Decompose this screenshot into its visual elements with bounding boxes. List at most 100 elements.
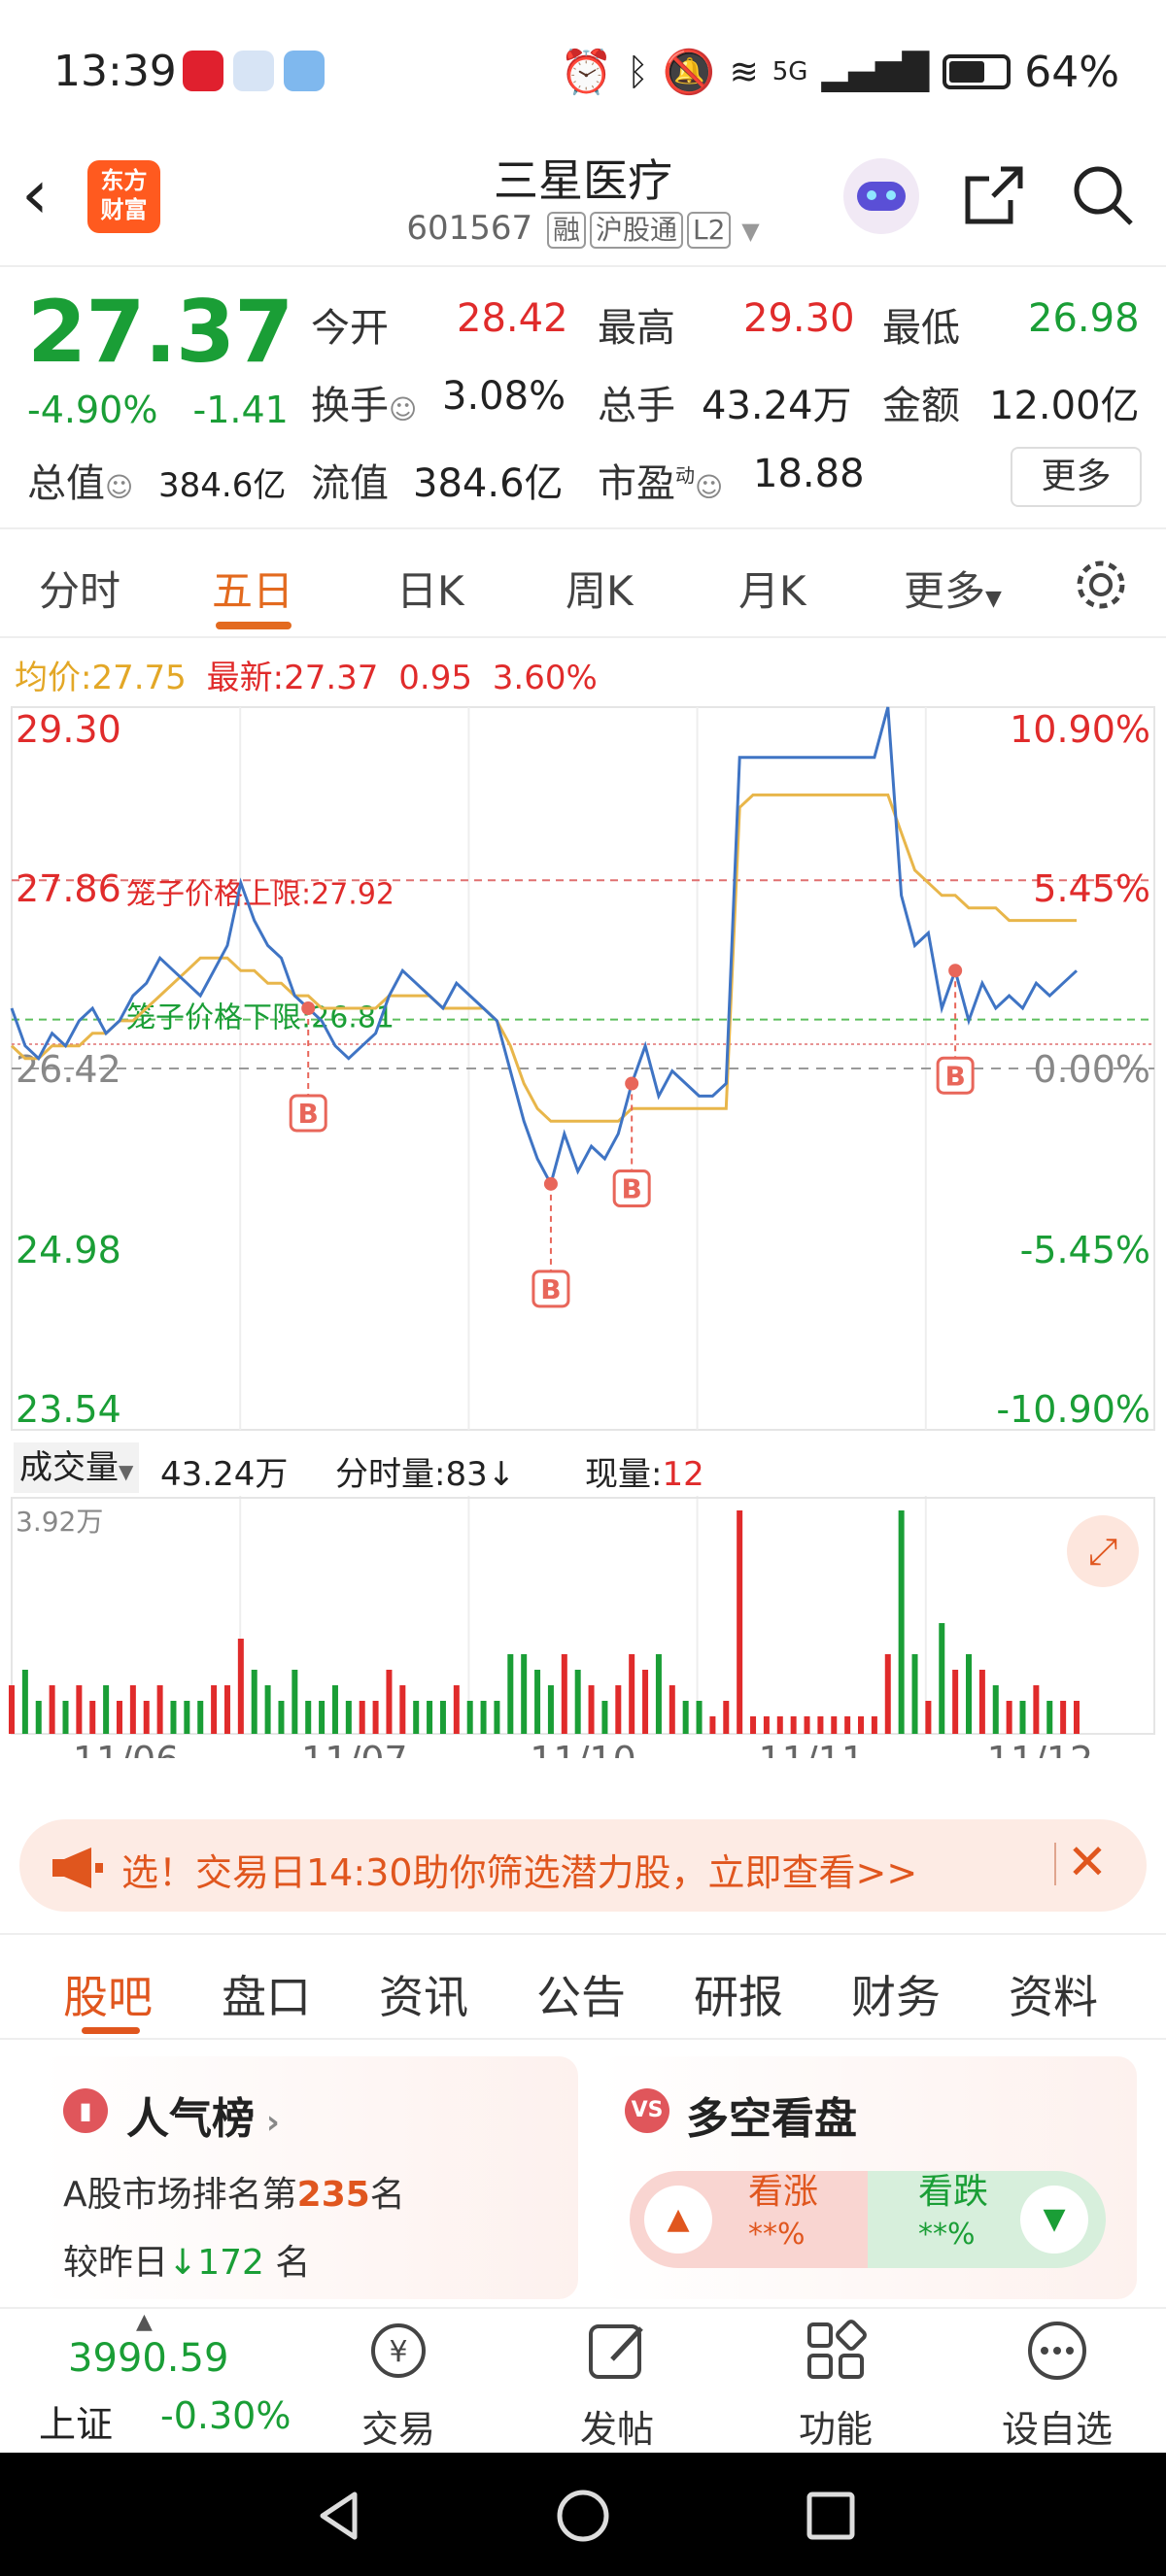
mute-icon: 🔕: [662, 48, 716, 97]
info-icon[interactable]: ☺: [105, 471, 133, 503]
tab-announcements[interactable]: 公告: [536, 1962, 626, 2026]
network-type: 5G: [772, 57, 808, 86]
connect-tag: 沪股通: [589, 212, 683, 249]
chevron-up-icon[interactable]: ▲: [136, 2310, 153, 2334]
price-line: [10, 706, 1079, 1188]
assistant-avatar[interactable]: [843, 158, 919, 234]
buy-marker-text: B: [298, 1098, 319, 1130]
volume-bar: [763, 1716, 770, 1734]
bluetooth-icon: ᛒ: [626, 51, 649, 93]
expand-icon[interactable]: ⤢: [1067, 1515, 1139, 1587]
more-button[interactable]: 更多: [1011, 447, 1142, 507]
volume-bar: [925, 1701, 932, 1734]
signal-icon: ▂▄▆█: [821, 51, 930, 92]
bearish-button[interactable]: ▼: [1020, 2186, 1088, 2254]
tab-guba[interactable]: 股吧: [63, 1962, 153, 2026]
trade-icon[interactable]: ¥: [321, 2317, 476, 2389]
bullish-value: **%: [748, 2218, 806, 2252]
volume-bar: [359, 1701, 365, 1734]
index-value[interactable]: 3990.59: [68, 2336, 228, 2381]
tab-weekly-k[interactable]: 周K: [566, 559, 634, 618]
volume-bar: [9, 1685, 15, 1734]
buy-marker-text: B: [622, 1173, 642, 1205]
margin-tag: 融: [546, 212, 586, 249]
dropdown-icon[interactable]: ▼: [741, 218, 759, 245]
close-icon[interactable]: ✕: [1067, 1834, 1108, 1890]
volume-bar: [345, 1701, 352, 1734]
upper-limit-label: 笼子价格上限:27.92: [126, 877, 394, 911]
volume-bar: [884, 1654, 891, 1734]
volume-bar: [413, 1701, 420, 1734]
tab-profile[interactable]: 资料: [1009, 1962, 1098, 2026]
price-change: -4.90% -1.41: [27, 389, 289, 431]
volume-bar: [588, 1685, 595, 1734]
edit-icon[interactable]: [539, 2317, 695, 2389]
nav-trade[interactable]: 交易: [321, 2399, 476, 2453]
share-icon[interactable]: [962, 163, 1026, 231]
tab-research[interactable]: 研报: [694, 1962, 783, 2026]
volume-bar: [844, 1716, 851, 1734]
battery-level: 64%: [1024, 47, 1119, 97]
high-label: 最高: [598, 306, 675, 351]
home-nav-icon[interactable]: [554, 2487, 612, 2545]
volume-bar: [319, 1701, 326, 1734]
volume-bar: [264, 1685, 271, 1734]
y-right-tick: 10.90%: [1010, 708, 1150, 751]
chart-bars-icon: ▮: [63, 2088, 108, 2133]
wifi-icon: ≋: [729, 51, 759, 92]
bullish-button[interactable]: ▲: [644, 2186, 712, 2254]
low-value: 26.98: [1028, 296, 1140, 341]
volume-bar: [776, 1716, 783, 1734]
tab-monthly-k[interactable]: 月K: [738, 559, 806, 618]
volume-selector[interactable]: 成交量▼: [14, 1442, 140, 1493]
active-tab-indicator: [216, 622, 292, 629]
banner-divider: [1054, 1843, 1056, 1885]
nav-functions[interactable]: 功能: [758, 2399, 913, 2453]
open-label: 今开: [311, 306, 389, 351]
more-dots-icon[interactable]: [979, 2317, 1135, 2389]
nav-post[interactable]: 发帖: [539, 2399, 695, 2453]
volume-max-label: 3.92万: [16, 1506, 103, 1538]
banner-text[interactable]: 选！交易日14:30助你筛选潜力股，立即查看>>: [121, 1843, 917, 1896]
back-nav-icon[interactable]: [311, 2487, 369, 2545]
nav-add-watchlist[interactable]: 设自选: [979, 2399, 1135, 2453]
y-left-tick: 29.30: [16, 708, 121, 751]
tab-five-day[interactable]: 五日: [212, 559, 293, 618]
recents-nav-icon[interactable]: [802, 2487, 860, 2545]
search-icon[interactable]: [1071, 163, 1135, 231]
gear-icon[interactable]: [1072, 556, 1130, 618]
volume-bar: [494, 1701, 500, 1734]
volume-bar: [76, 1685, 83, 1734]
tab-news[interactable]: 资讯: [379, 1962, 468, 2026]
tab-orderbook[interactable]: 盘口: [222, 1962, 311, 2026]
volume-bar: [723, 1701, 730, 1734]
avg-value: 27.75: [91, 659, 187, 697]
volume-bar: [534, 1670, 541, 1734]
float-cap-label: 流值: [311, 461, 389, 506]
apps-icon[interactable]: [758, 2317, 913, 2389]
chevron-right-icon: ›: [255, 2103, 280, 2142]
latest-value: 27.37: [284, 659, 379, 697]
info-icon[interactable]: ☺: [695, 471, 723, 503]
volume-bar: [1074, 1701, 1080, 1734]
x-date-label: 11/06: [73, 1739, 180, 1758]
svg-text:¥: ¥: [389, 2335, 407, 2369]
dropdown-icon: ▼: [119, 1460, 134, 1483]
volume-bar: [574, 1670, 581, 1734]
tab-intraday[interactable]: 分时: [39, 559, 120, 618]
volume-bar: [156, 1685, 163, 1734]
y-right-tick: 5.45%: [1033, 867, 1150, 910]
index-name[interactable]: 上证: [39, 2394, 113, 2448]
volume-bar: [237, 1639, 244, 1734]
tab-finance[interactable]: 财务: [851, 1962, 941, 2026]
index-change[interactable]: -0.30%: [160, 2394, 291, 2437]
x-date-label: 11/10: [530, 1739, 636, 1758]
y-left-tick: 24.98: [16, 1229, 121, 1271]
tab-daily-k[interactable]: 日K: [396, 559, 464, 618]
tab-more[interactable]: 更多▼: [904, 559, 1002, 618]
info-icon[interactable]: ☺: [389, 393, 417, 425]
five-day-chart[interactable]: 笼子价格上限:27.92 笼子价格下限:26.81 29.30 27.86 26.42 2…: [0, 699, 1166, 1758]
volume-value: 43.24万: [702, 384, 852, 428]
popularity-delta: 较昨日↓172 名: [63, 2234, 310, 2285]
pe-label: 市盈动☺: [598, 452, 723, 508]
